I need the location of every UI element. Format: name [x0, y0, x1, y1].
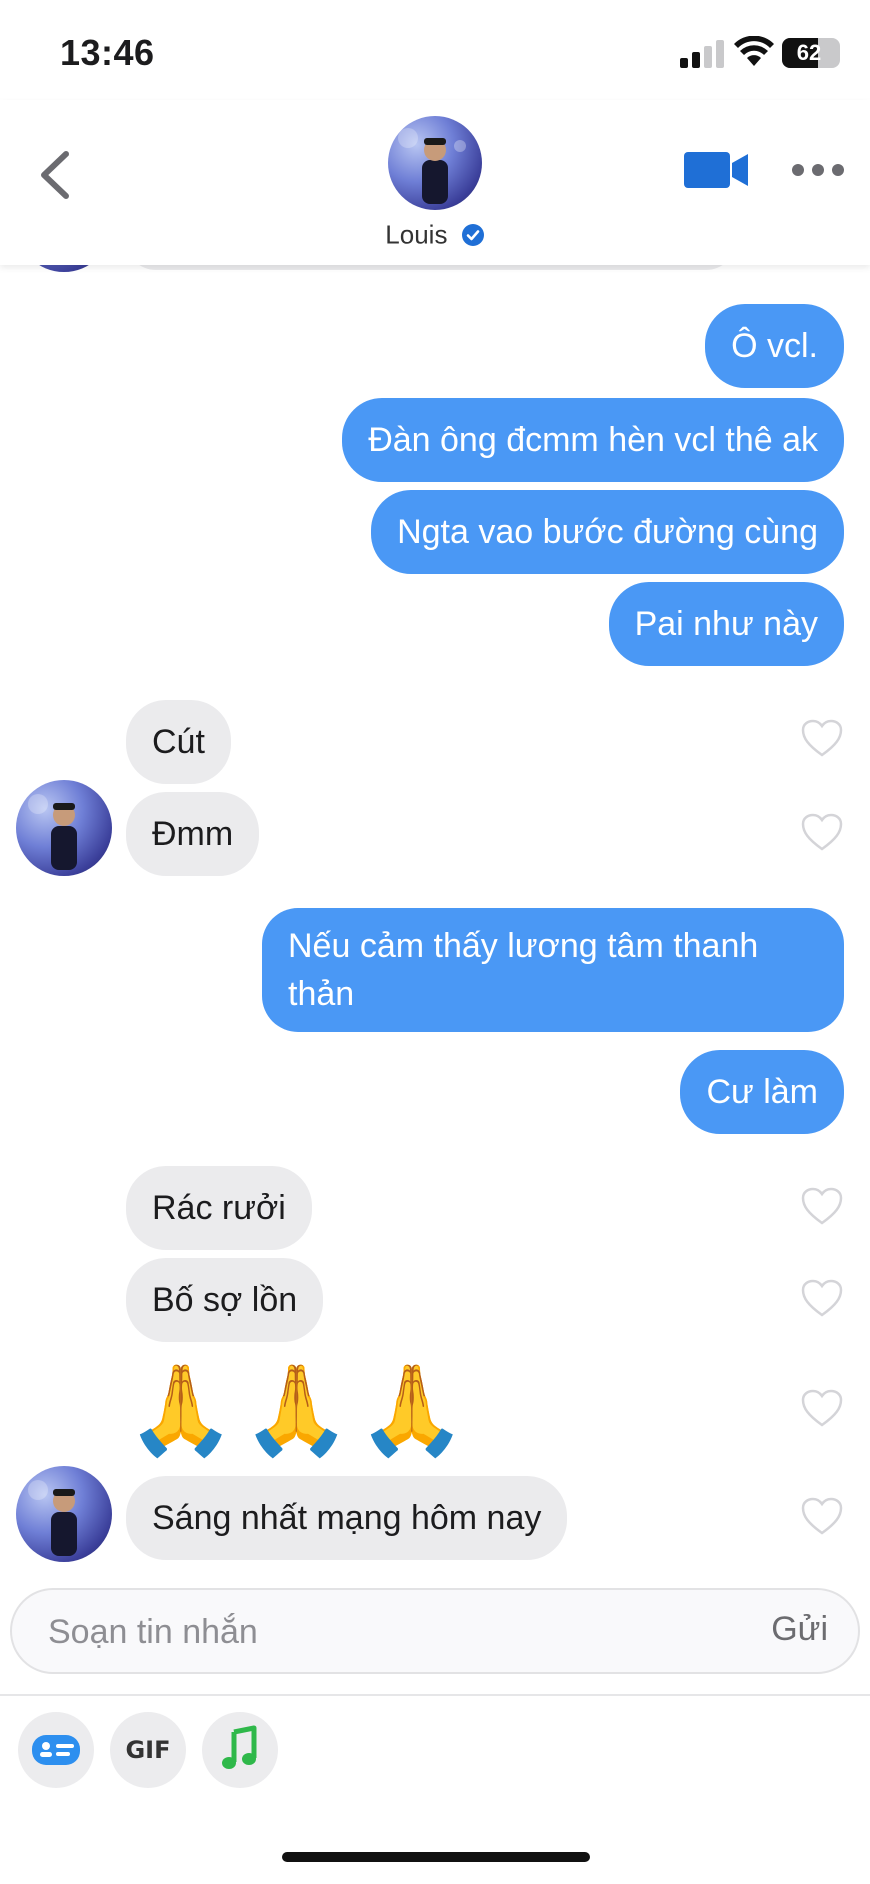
heart-icon[interactable] [800, 1496, 844, 1536]
contact-name: Louis [385, 219, 448, 250]
music-button[interactable] [202, 1712, 278, 1788]
message-incoming[interactable]: Đmm [126, 792, 260, 876]
cellular-signal-icon [680, 40, 724, 68]
message-input[interactable] [48, 1608, 688, 1656]
heart-icon[interactable] [800, 718, 844, 758]
music-note-icon [222, 1725, 257, 1769]
gif-button[interactable]: GIF [110, 1712, 186, 1788]
wifi-icon [734, 36, 774, 66]
contact-avatar-small[interactable] [16, 1466, 112, 1562]
contact-avatar[interactable] [388, 116, 482, 210]
message-outgoing[interactable]: Đàn ông đcmm hèn vcl thê ak [342, 398, 844, 482]
heart-icon[interactable] [800, 1278, 844, 1318]
message-outgoing[interactable]: Ngta vao bước đường cùng [371, 490, 844, 574]
divider [0, 1694, 870, 1696]
status-time: 13:46 [60, 32, 155, 73]
verified-icon [461, 224, 484, 247]
message-outgoing[interactable]: Nếu cảm thấy lương tâm thanh thản [262, 908, 844, 1032]
battery-icon: 62 [782, 38, 840, 68]
more-icon[interactable] [792, 162, 844, 178]
sticker-card-icon [32, 1735, 80, 1765]
back-button[interactable] [30, 140, 80, 210]
chat-header: Louis [0, 100, 870, 265]
message-incoming[interactable]: Rác rưởi [126, 1166, 312, 1250]
video-camera-icon[interactable] [684, 150, 750, 190]
battery-percent: 62 [796, 40, 822, 65]
home-indicator [282, 1852, 590, 1862]
message-incoming[interactable]: Sáng nhất mạng hôm nay [126, 1476, 568, 1560]
message-incoming[interactable]: Bố sợ lồn [126, 1258, 324, 1342]
sticker-button[interactable] [18, 1712, 94, 1788]
compose-bar: Gửi [10, 1588, 860, 1674]
send-button[interactable]: Gửi [771, 1610, 828, 1649]
contact-avatar-small[interactable] [16, 780, 112, 876]
contact-name-row: Louis [0, 218, 870, 251]
heart-icon[interactable] [800, 812, 844, 852]
message-emoji[interactable]: 🙏🙏🙏 [126, 1360, 473, 1460]
heart-icon[interactable] [800, 1186, 844, 1226]
message-outgoing[interactable]: Pai như này [608, 582, 844, 666]
message-outgoing[interactable]: Ô vcl. [705, 304, 844, 388]
heart-icon[interactable] [800, 1388, 844, 1428]
message-outgoing[interactable]: Cư làm [680, 1050, 844, 1134]
message-incoming[interactable]: Cút [126, 700, 231, 784]
status-bar: 13:46 62 [0, 0, 870, 100]
